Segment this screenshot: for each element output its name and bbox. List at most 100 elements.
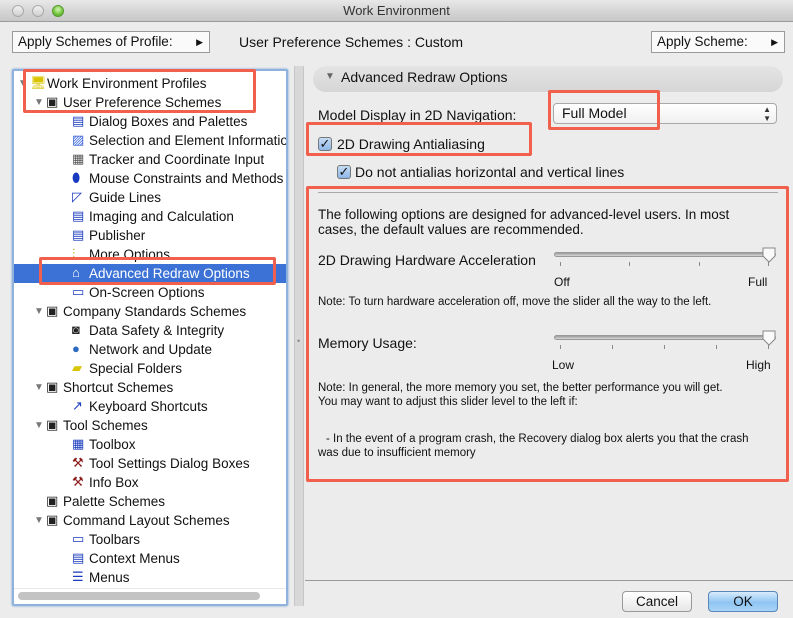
slider-knob[interactable] — [762, 330, 776, 346]
tree-item-label: Info Box — [89, 475, 139, 490]
tree-item-label: Publisher — [89, 228, 146, 243]
scheme-tree: ▼ 🖥 Work Environment Profiles ▼ ▣ User Prefer… — [14, 71, 286, 604]
zoom-window-button[interactable] — [52, 5, 64, 17]
hw-accel-slider[interactable] — [554, 247, 776, 272]
tree-item-label: Menus — [89, 570, 130, 585]
mouse-icon: ⬮ — [72, 170, 81, 185]
tree-item[interactable]: ⌂ Advanced Redraw Options — [14, 264, 286, 283]
tree-item-label: Tracker and Coordinate Input — [89, 152, 265, 167]
tree-item-label: Tool Schemes — [63, 418, 148, 433]
slider-tick — [560, 345, 561, 349]
tree-item[interactable]: ⚒ Info Box — [14, 473, 286, 492]
tree-item[interactable]: ▨ Selection and Element Information — [14, 131, 286, 150]
disclosure-triangle-icon[interactable]: ▼ — [18, 74, 28, 93]
tree-item[interactable]: ☰ Menus — [14, 568, 286, 587]
tree-item[interactable]: ⚒ Tool Settings Dialog Boxes — [14, 454, 286, 473]
hw-accel-min-label: Off — [554, 275, 570, 289]
slider-tick — [716, 345, 717, 349]
disclosure-triangle-icon[interactable]: ▼ — [34, 378, 44, 397]
profiles-icon: 🖥 — [30, 75, 47, 90]
minimize-window-button[interactable] — [32, 5, 44, 17]
tree-item-label: Guide Lines — [89, 190, 162, 205]
tree-item[interactable]: ▼ ▣ User Preference Schemes — [14, 93, 286, 112]
tree-item[interactable]: ▼ ▣ Tool Schemes — [14, 416, 286, 435]
context-menus-icon: ▤ — [72, 550, 85, 565]
memory-max-label: High — [746, 358, 771, 372]
tree-item[interactable]: ▤ Imaging and Calculation — [14, 207, 286, 226]
tree-item[interactable]: ▤ Context Menus — [14, 549, 286, 568]
memory-bullet-line2: was due to insufficient memory — [318, 447, 476, 459]
no-antialias-lines-checkbox[interactable]: ✓ — [337, 165, 351, 179]
disclosure-triangle-icon[interactable]: ▼ — [34, 511, 44, 530]
tree-item[interactable]: ▼ 🖥 Work Environment Profiles — [14, 74, 286, 93]
tree-item[interactable]: ▤ Dialog Boxes and Palettes — [14, 112, 286, 131]
tree-item-label: More Options — [89, 247, 171, 262]
ok-button[interactable]: OK — [708, 591, 778, 612]
apply-scheme-button[interactable]: Apply Scheme: ▶ — [651, 31, 785, 53]
memory-usage-slider[interactable] — [554, 330, 776, 355]
slider-tick — [629, 262, 631, 266]
section-title: Advanced Redraw Options — [341, 69, 508, 85]
tree-item-label: Data Safety & Integrity — [89, 323, 225, 338]
antialiasing-checkbox[interactable]: ✓ — [318, 137, 332, 151]
tree-item[interactable]: ▼ ▣ Company Standards Schemes — [14, 302, 286, 321]
tree-item[interactable]: ▼ ▣ Command Layout Schemes — [14, 511, 286, 530]
checkmark-icon: ✓ — [338, 164, 350, 179]
tree-item[interactable]: ⬮ Mouse Constraints and Methods — [14, 169, 286, 188]
checkmark-icon: ✓ — [319, 136, 331, 151]
disclosure-triangle-icon[interactable]: ▼ — [34, 93, 44, 112]
scheme-tree-panel: ▼ 🖥 Work Environment Profiles ▼ ▣ User Prefer… — [12, 69, 288, 606]
no-antialias-lines-label: Do not antialias horizontal and vertical… — [355, 164, 625, 180]
network-globe-icon: ● — [72, 341, 80, 356]
tree-item-label: Toolbars — [89, 532, 141, 547]
tree-item[interactable]: ⫶ More Options — [14, 245, 286, 264]
close-window-button[interactable] — [12, 5, 24, 17]
dialog-boxes-icon: ▤ — [72, 113, 85, 128]
memory-min-label: Low — [552, 358, 575, 372]
tree-item-label: User Preference Schemes — [63, 95, 222, 110]
horizontal-scrollbar-thumb[interactable] — [18, 592, 260, 600]
tree-item[interactable]: ▼ ▣ Shortcut Schemes — [14, 378, 286, 397]
tree-item-label: Special Folders — [89, 361, 183, 376]
command-layout-icon: ▣ — [46, 512, 59, 527]
tree-item[interactable]: ▭ Toolbars — [14, 530, 286, 549]
tree-item[interactable]: ▦ Tracker and Coordinate Input — [14, 150, 286, 169]
tree-item-label: Command Layout Schemes — [63, 513, 230, 528]
tree-item[interactable]: ↗ Keyboard Shortcuts — [14, 397, 286, 416]
horizontal-scrollbar-track[interactable] — [14, 588, 286, 604]
slider-track[interactable] — [554, 252, 776, 257]
model-display-label: Model Display in 2D Navigation: — [318, 107, 517, 123]
current-scheme-label: User Preference Schemes : Custom — [239, 34, 464, 50]
toolbox-icon: ▦ — [72, 436, 85, 451]
disclosure-triangle-icon[interactable]: ▼ — [34, 302, 44, 321]
more-options-icon: ⫶ — [72, 246, 76, 261]
tree-item-label: Tool Settings Dialog Boxes — [89, 456, 250, 471]
tree-item[interactable]: ● Network and Update — [14, 340, 286, 359]
memory-note-line1: Note: In general, the more memory you se… — [318, 382, 723, 394]
model-display-select[interactable]: Full Model ▲ ▼ — [553, 103, 777, 124]
apply-schemes-of-profile-button[interactable]: Apply Schemes of Profile: ▶ — [12, 31, 210, 53]
tool-schemes-icon: ▣ — [46, 417, 59, 432]
tree-item[interactable]: ▰ Special Folders — [14, 359, 286, 378]
tree-item[interactable]: ◸ Guide Lines — [14, 188, 286, 207]
selection-icon: ▨ — [72, 132, 85, 147]
slider-track[interactable] — [554, 335, 776, 340]
tree-item-label: Shortcut Schemes — [63, 380, 174, 395]
title-bar: Work Environment — [0, 0, 793, 22]
tree-item[interactable]: ▤ Publisher — [14, 226, 286, 245]
hw-accel-note: Note: To turn hardware acceleration off,… — [318, 296, 712, 308]
tree-item-label: Advanced Redraw Options — [89, 266, 250, 281]
tree-item-label: Mouse Constraints and Methods — [89, 171, 284, 186]
tree-item[interactable]: ▦ Toolbox — [14, 435, 286, 454]
tree-item[interactable]: ▣ Palette Schemes — [14, 492, 286, 511]
cancel-button[interactable]: Cancel — [622, 591, 692, 612]
tree-item[interactable]: ◙ Data Safety & Integrity — [14, 321, 286, 340]
pane-splitter[interactable]: • — [294, 66, 304, 606]
slider-tick — [664, 345, 665, 349]
tree-item[interactable]: ▭ On-Screen Options — [14, 283, 286, 302]
redraw-icon: ⌂ — [72, 265, 80, 280]
slider-knob[interactable] — [762, 247, 776, 263]
disclosure-triangle-icon[interactable]: ▼ — [34, 416, 44, 435]
memory-bullet-line1: - In the event of a program crash, the R… — [326, 433, 749, 445]
section-header[interactable]: ▼ Advanced Redraw Options — [313, 66, 783, 92]
